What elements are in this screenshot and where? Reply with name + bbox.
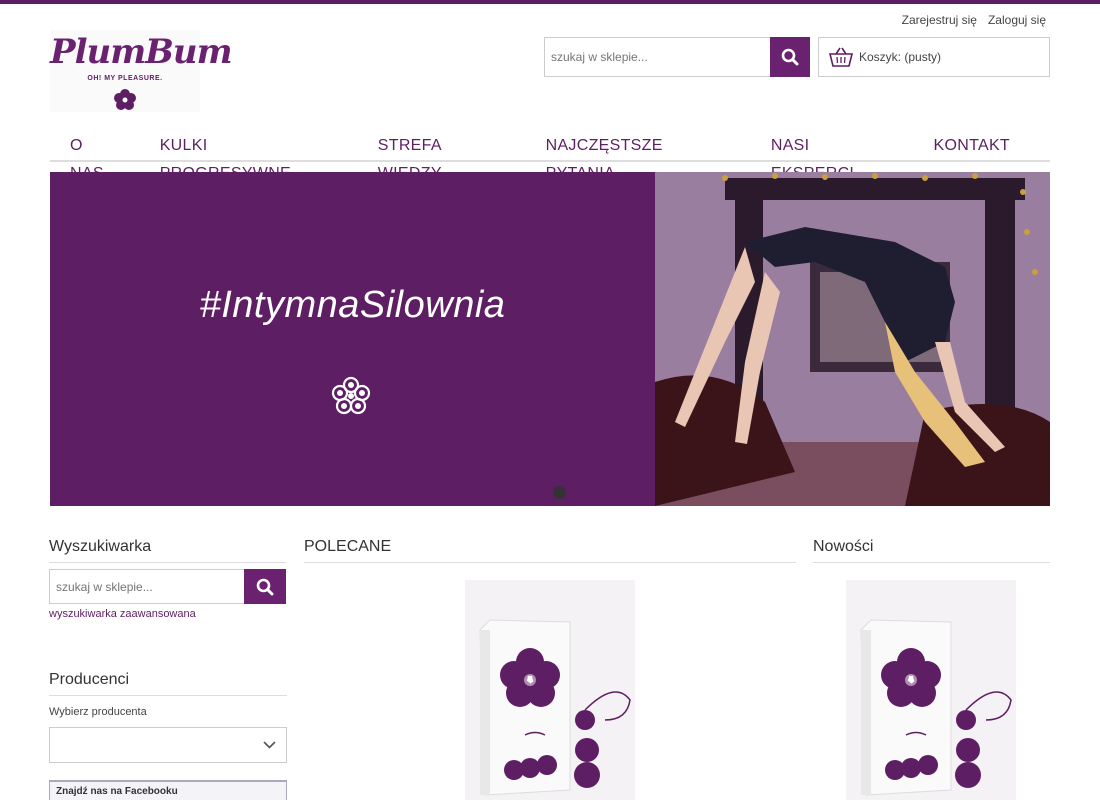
new-products-title: Nowości xyxy=(813,538,1050,563)
basket-icon xyxy=(829,47,853,67)
featured-title: POLECANE xyxy=(304,538,796,563)
flower-icon xyxy=(331,376,371,415)
sidebar-search-input[interactable] xyxy=(49,569,244,604)
site-logo[interactable]: PlumBum OH! MY PLEASURE. xyxy=(50,30,233,112)
product-box-illustration xyxy=(465,580,635,800)
hero-banner[interactable]: #IntymnaSilownia xyxy=(50,172,1050,506)
cart-label: Koszyk: (pusty) xyxy=(859,50,942,64)
slider-dot[interactable] xyxy=(553,486,566,499)
top-accent-bar xyxy=(0,0,1100,4)
featured-product-image[interactable] xyxy=(465,580,635,800)
search-icon xyxy=(256,578,274,595)
product-box-illustration xyxy=(846,580,1016,800)
nav-item-progressive-balls[interactable]: KULKI PROGRESYWNE xyxy=(160,132,338,182)
banner-text-panel: #IntymnaSilownia xyxy=(50,172,655,506)
producer-select[interactable] xyxy=(49,727,287,763)
sidebar-search xyxy=(49,569,286,604)
nav-item-faq[interactable]: NAJCZĘSTSZE PYTANIA xyxy=(546,132,731,182)
nav-item-about[interactable]: O NAS xyxy=(70,132,120,182)
nav-item-contact[interactable]: KONTAKT xyxy=(934,132,1010,160)
producers-title: Producenci xyxy=(49,671,287,696)
nav-item-experts[interactable]: NASI EKSPERCI xyxy=(771,132,894,182)
account-links: Zarejestruj się Zaloguj się xyxy=(902,13,1046,27)
header-search xyxy=(544,37,810,77)
sidebar-search-button[interactable] xyxy=(244,569,286,604)
flower-logo-icon xyxy=(114,89,136,110)
new-product-image[interactable] xyxy=(846,580,1016,800)
chevron-down-icon xyxy=(263,741,276,749)
header-search-button[interactable] xyxy=(770,37,810,77)
sidebar-search-title: Wyszukiwarka xyxy=(49,538,286,563)
nav-item-knowledge-zone[interactable]: STREFA WIEDZY xyxy=(378,132,506,182)
banner-title: #IntymnaSilownia xyxy=(199,284,506,326)
logo-brand-text: PlumBum xyxy=(50,32,233,72)
search-icon xyxy=(781,48,799,66)
cart-button[interactable]: Koszyk: (pusty) xyxy=(818,37,1050,77)
producers-label: Wybierz producenta xyxy=(49,706,147,718)
advanced-search-link[interactable]: wyszukiwarka zaawansowana xyxy=(49,608,196,620)
facebook-widget[interactable]: Znajdź nas na Facebooku xyxy=(49,780,287,800)
facebook-title: Znajdź nas na Facebooku xyxy=(56,786,178,797)
banner-photo xyxy=(655,172,1050,506)
banner-photo-illustration xyxy=(655,172,1050,506)
register-link[interactable]: Zarejestruj się xyxy=(902,13,977,27)
login-link[interactable]: Zaloguj się xyxy=(988,13,1046,27)
header-search-input[interactable] xyxy=(544,37,770,77)
logo-tagline: OH! MY PLEASURE. xyxy=(87,75,163,82)
main-navigation: O NAS KULKI PROGRESYWNE STREFA WIEDZY NA… xyxy=(50,132,1050,182)
